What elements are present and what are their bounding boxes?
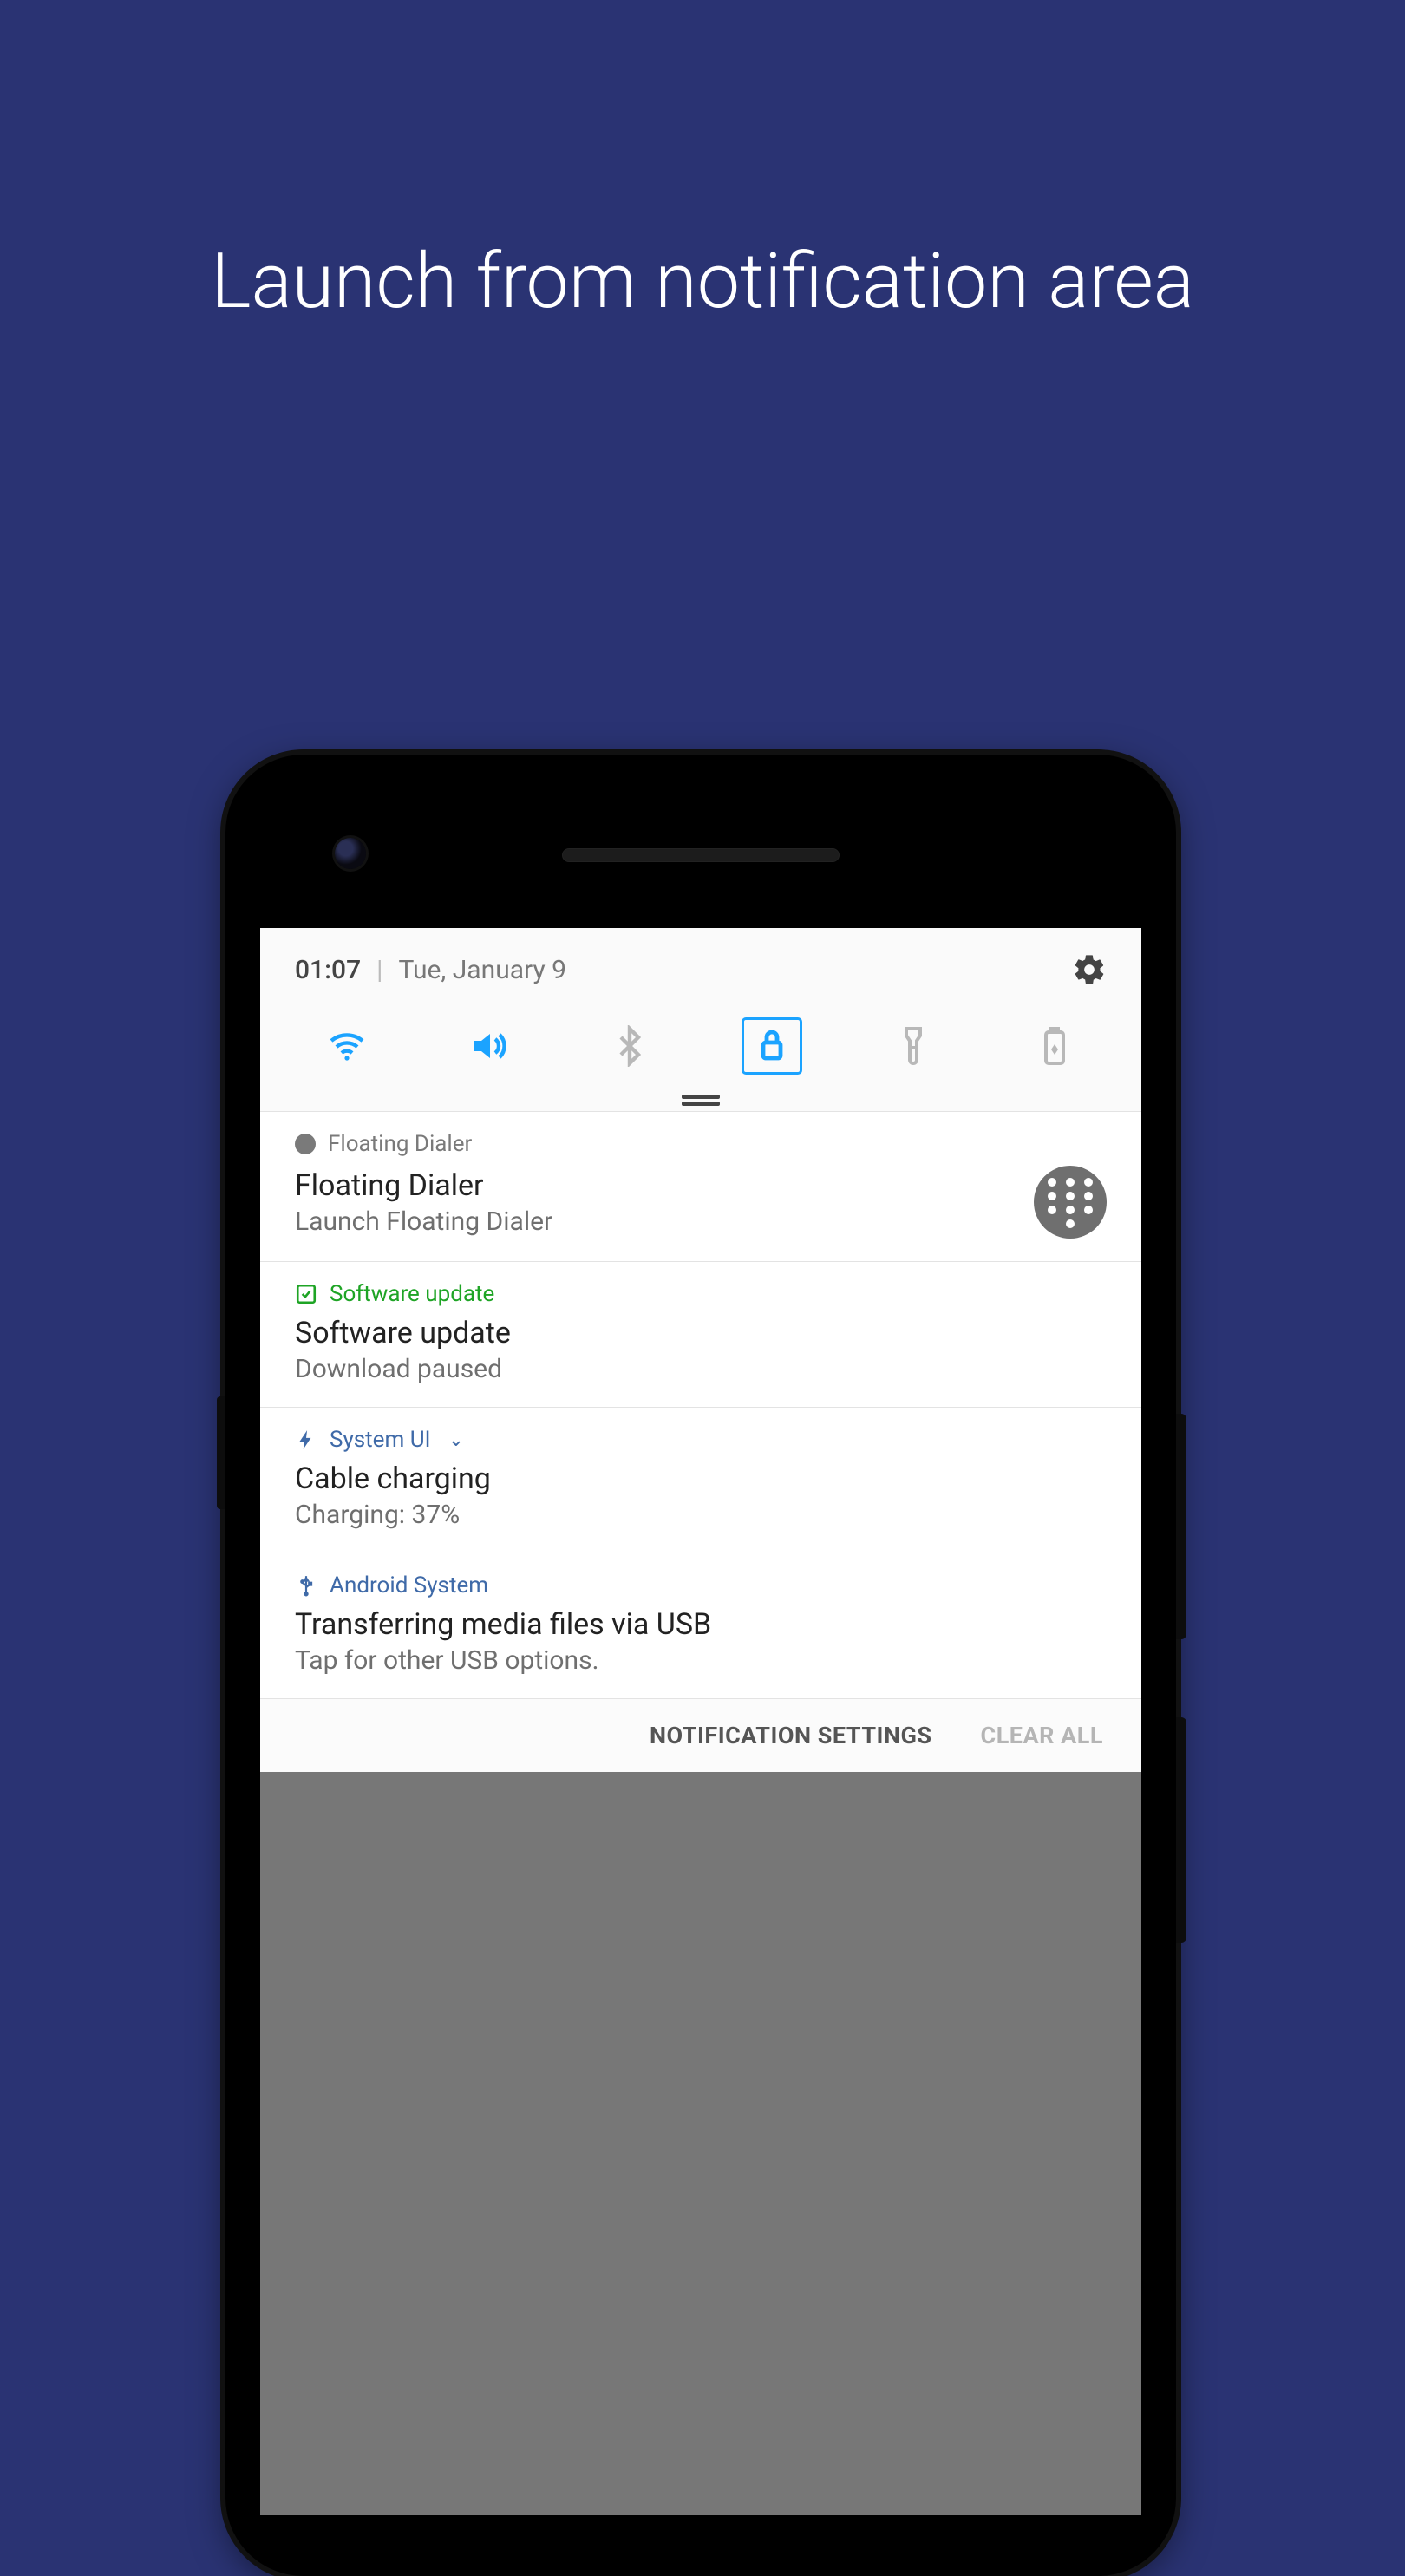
notification-app-name: Software update [330, 1281, 494, 1307]
hero-title: Launch from notification area [0, 0, 1405, 330]
phone-side-button-right-bottom [1176, 1717, 1186, 1943]
dialpad-icon[interactable] [1034, 1166, 1107, 1239]
phone-frame: 01:07 | Tue, January 9 [225, 755, 1176, 2576]
notification-app-row: Software update [295, 1281, 1107, 1307]
notification-title: Software update [295, 1316, 1107, 1350]
bluetooth-icon[interactable] [605, 1022, 654, 1070]
notification-settings-button[interactable]: NOTIFICATION SETTINGS [650, 1722, 932, 1749]
phone-speaker [562, 848, 840, 862]
lightning-icon [295, 1429, 317, 1451]
notification-floating-dialer[interactable]: Floating Dialer Floating Dialer Launch F… [260, 1111, 1141, 1261]
sound-icon[interactable] [464, 1022, 513, 1070]
notification-android-system[interactable]: Android System Transferring media files … [260, 1553, 1141, 1698]
notification-software-update[interactable]: Software update Software update Download… [260, 1261, 1141, 1407]
chevron-down-icon[interactable]: ⌄ [448, 1429, 464, 1451]
notification-title: Floating Dialer [295, 1168, 552, 1203]
status-date: Tue, January 9 [398, 955, 566, 985]
notification-app-name: Android System [330, 1572, 488, 1599]
notification-app-name: System UI [330, 1427, 431, 1453]
status-separator: | [376, 955, 382, 985]
usb-icon [295, 1574, 317, 1597]
notification-app-name: Floating Dialer [328, 1131, 472, 1157]
notification-shade[interactable]: 01:07 | Tue, January 9 [260, 928, 1141, 1772]
notification-subtitle: Charging: 37% [295, 1500, 1107, 1530]
notification-app-row: System UI ⌄ [295, 1427, 1107, 1453]
flashlight-icon[interactable] [889, 1022, 938, 1070]
notification-subtitle: Launch Floating Dialer [295, 1206, 552, 1237]
quick-settings-row [260, 1003, 1141, 1095]
wifi-icon[interactable] [323, 1022, 371, 1070]
battery-icon[interactable] [1030, 1022, 1079, 1070]
shade-footer: NOTIFICATION SETTINGS CLEAR ALL [260, 1698, 1141, 1772]
phone-front-camera [335, 838, 366, 869]
phone-side-button-left [217, 1396, 225, 1509]
rotation-lock-icon[interactable] [748, 1022, 796, 1070]
notification-subtitle: Tap for other USB options. [295, 1645, 1107, 1676]
notification-title: Transferring media files via USB [295, 1607, 1107, 1642]
status-time: 01:07 [295, 955, 361, 985]
shade-drag-handle[interactable] [682, 1095, 720, 1099]
notification-title: Cable charging [295, 1461, 1107, 1496]
app-dot-icon [295, 1134, 316, 1154]
phone-side-button-right-top [1176, 1414, 1186, 1639]
notification-app-row: Android System [295, 1572, 1107, 1599]
quick-settings-header: 01:07 | Tue, January 9 [260, 928, 1141, 1003]
gear-icon[interactable] [1072, 952, 1107, 987]
notification-system-ui[interactable]: System UI ⌄ Cable charging Charging: 37% [260, 1407, 1141, 1553]
notification-subtitle: Download paused [295, 1354, 1107, 1384]
clear-all-button[interactable]: CLEAR ALL [981, 1722, 1103, 1749]
check-box-icon [295, 1283, 317, 1305]
notification-app-row: Floating Dialer [295, 1131, 1107, 1157]
phone-screen: 01:07 | Tue, January 9 [260, 928, 1141, 2515]
